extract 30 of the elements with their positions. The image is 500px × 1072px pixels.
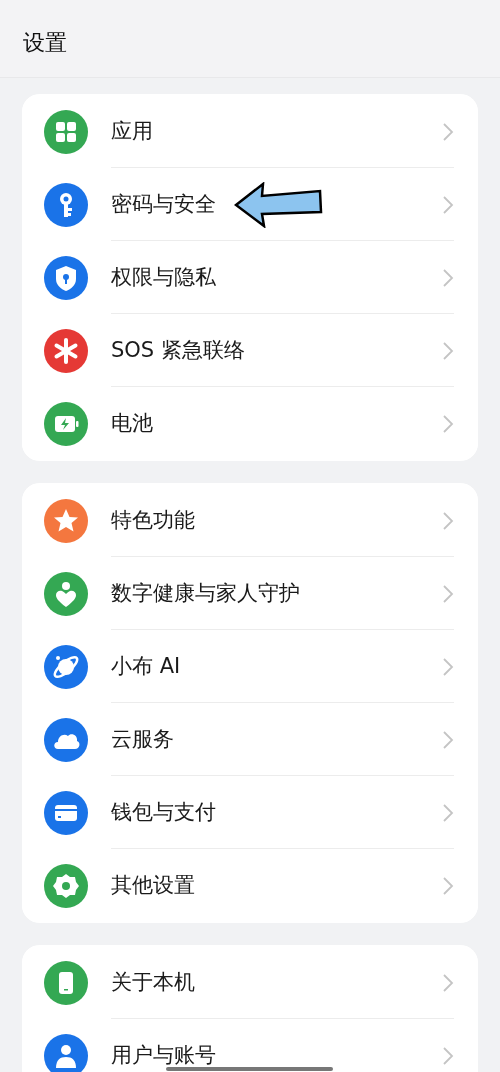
- chevron-icon: [442, 972, 454, 993]
- item-label: 密码与安全: [111, 190, 216, 218]
- page-title: 设置: [23, 29, 67, 57]
- item-label: 钱包与支付: [111, 798, 216, 826]
- chevron-icon: [442, 194, 454, 215]
- chevron-icon: [442, 875, 454, 896]
- item-label: 小布 AI: [111, 652, 181, 680]
- chevron-icon: [442, 729, 454, 750]
- item-label: 权限与隐私: [111, 263, 216, 291]
- chevron-icon: [442, 340, 454, 361]
- item-label: 用户与账号: [111, 1041, 216, 1069]
- chevron-icon: [442, 583, 454, 604]
- item-label: 电池: [111, 409, 153, 437]
- chevron-icon: [442, 413, 454, 434]
- item-label: 特色功能: [111, 506, 195, 534]
- chevron-icon: [442, 121, 454, 142]
- item-label: 关于本机: [111, 968, 195, 996]
- settings-item[interactable]: 应用: [22, 95, 478, 168]
- item-label: 应用: [111, 117, 153, 145]
- chevron-icon: [442, 267, 454, 288]
- chevron-icon: [442, 802, 454, 823]
- item-label: 数字健康与家人守护: [111, 579, 300, 607]
- settings-item[interactable]: 特色功能: [22, 484, 478, 557]
- settings-item[interactable]: 关于本机: [22, 946, 478, 1019]
- item-label: 云服务: [111, 725, 174, 753]
- item-label: 其他设置: [111, 871, 195, 899]
- item-label: SOS 紧急联络: [111, 336, 245, 364]
- chevron-icon: [442, 510, 454, 531]
- chevron-icon: [442, 656, 454, 677]
- chevron-icon: [442, 1045, 454, 1066]
